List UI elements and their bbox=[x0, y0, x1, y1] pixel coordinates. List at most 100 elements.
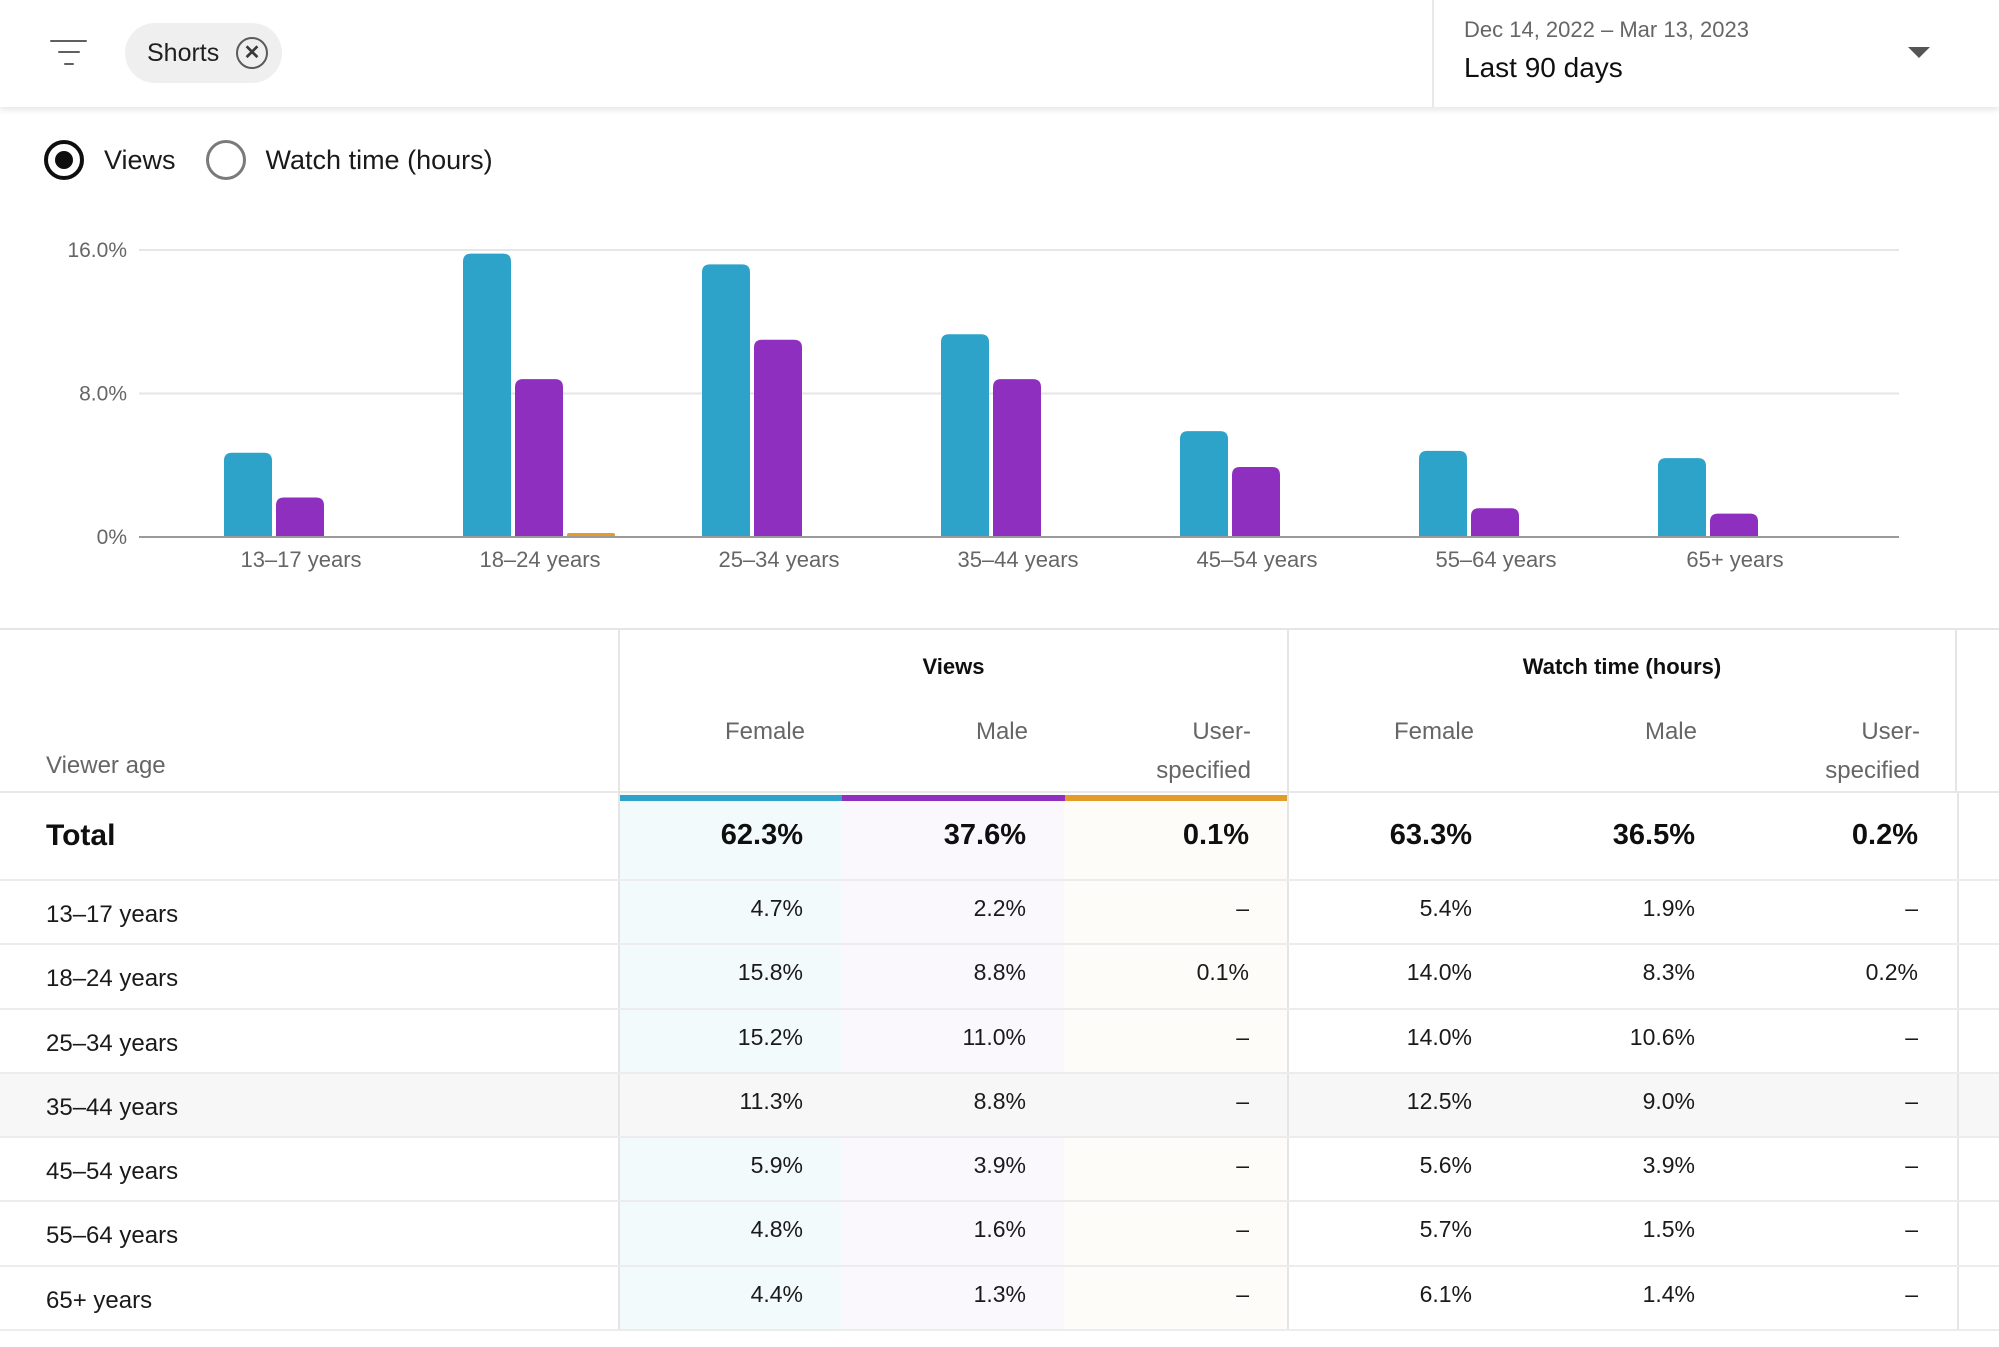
bar-female-2[interactable] bbox=[702, 264, 750, 537]
table-cell: – bbox=[1236, 1087, 1249, 1114]
table-cell: 37.6% bbox=[841, 793, 1064, 879]
column-header-views-user-specified[interactable]: User- specified bbox=[1066, 712, 1289, 790]
caret-down-icon bbox=[1908, 47, 1930, 58]
bar-male-4[interactable] bbox=[1232, 467, 1280, 537]
table-cell: 5.6% bbox=[1419, 1152, 1472, 1179]
table-header: Viewer age Views Female Male User- speci… bbox=[0, 628, 1999, 801]
row-label: 13–17 years bbox=[46, 901, 179, 928]
table-cell: 1.9% bbox=[1642, 895, 1695, 921]
column-divider bbox=[1957, 881, 1959, 944]
bar-male-1[interactable] bbox=[515, 379, 563, 537]
radio-views[interactable]: Views bbox=[44, 140, 176, 180]
bar-female-1[interactable] bbox=[463, 253, 511, 537]
column-header-views-female[interactable]: Female bbox=[620, 712, 843, 751]
column-header-watch-female[interactable]: Female bbox=[1289, 712, 1512, 751]
column-divider bbox=[1287, 1138, 1289, 1201]
radio-checked-icon[interactable] bbox=[44, 140, 84, 180]
bar-female-6[interactable] bbox=[1658, 458, 1706, 537]
bar-male-2[interactable] bbox=[754, 339, 802, 537]
x-tick-label: 65+ years bbox=[1686, 547, 1783, 572]
table-cell: 3.9% bbox=[1642, 1152, 1695, 1179]
column-divider bbox=[1287, 793, 1289, 879]
bar-female-0[interactable] bbox=[224, 452, 272, 537]
column-divider bbox=[618, 945, 620, 1008]
y-tick-label: 8.0% bbox=[79, 383, 127, 406]
table-row[interactable]: 13–17 years 4.7% 2.2% –5.4% 1.9% – bbox=[0, 881, 1999, 946]
bar-male-5[interactable] bbox=[1471, 508, 1519, 537]
column-group-watch-time: Watch time (hours) Female Male User- spe… bbox=[1287, 630, 1957, 793]
table-row[interactable]: 18–24 years 15.8% 8.8% 0.1% 14.0% 8.3% 0.2% bbox=[0, 945, 1999, 1010]
table-row[interactable]: 25–34 years 15.2% 11.0% –14.0% 10.6% – bbox=[0, 1009, 1999, 1074]
x-tick-label: 18–24 years bbox=[479, 547, 600, 572]
column-header-watch-user-specified[interactable]: User- specified bbox=[1735, 712, 1958, 790]
radio-watch-time[interactable]: Watch time (hours) bbox=[205, 140, 493, 180]
x-tick-label: 45–54 years bbox=[1196, 547, 1317, 572]
row-label: 55–64 years bbox=[46, 1222, 179, 1250]
column-divider bbox=[1287, 1009, 1289, 1072]
row-label: 25–34 years bbox=[46, 1029, 179, 1057]
x-tick-label: 25–34 years bbox=[718, 547, 839, 572]
table-row-total[interactable]: Total 62.3% 37.6% 0.1% 63.3% 36.5% 0.2% bbox=[0, 793, 1999, 881]
table-row[interactable]: 65+ years 4.4% 1.3% –6.1% 1.4% – bbox=[0, 1266, 1999, 1332]
table-cell: 4.4% bbox=[618, 1266, 841, 1330]
filter-chip-shorts[interactable]: Shorts ✕ bbox=[125, 23, 282, 83]
column-divider bbox=[1287, 945, 1289, 1008]
column-divider bbox=[618, 1073, 620, 1137]
table-cell: 0.2% bbox=[1865, 959, 1918, 986]
table-cell: 14.0% bbox=[1406, 1023, 1472, 1050]
bar-male-3[interactable] bbox=[993, 379, 1041, 537]
row-label: Total bbox=[46, 819, 116, 852]
bar-male-6[interactable] bbox=[1710, 513, 1758, 537]
table-cell: – bbox=[1905, 1152, 1918, 1179]
column-divider bbox=[1957, 1202, 1959, 1265]
column-divider bbox=[1957, 1266, 1959, 1330]
filter-chip-label: Shorts bbox=[147, 38, 220, 67]
table-cell: 10.6% bbox=[1629, 1023, 1695, 1050]
bar-female-3[interactable] bbox=[941, 334, 989, 537]
table-cell: 4.8% bbox=[618, 1202, 841, 1265]
table-cell: – bbox=[1064, 1267, 1287, 1329]
filter-icon[interactable] bbox=[44, 30, 94, 74]
close-circle-icon[interactable]: ✕ bbox=[236, 37, 268, 69]
column-divider bbox=[618, 1009, 620, 1072]
column-header-views-male[interactable]: Male bbox=[843, 712, 1066, 751]
column-divider bbox=[1287, 881, 1289, 944]
table-cell: 63.3% bbox=[1389, 819, 1472, 851]
y-tick-label: 0% bbox=[97, 526, 127, 549]
table-cell: – bbox=[1064, 1138, 1287, 1200]
x-tick-label: 13–17 years bbox=[240, 547, 361, 572]
column-divider bbox=[1957, 1073, 1959, 1137]
table-cell: 5.7% bbox=[1419, 1216, 1472, 1243]
radio-label: Views bbox=[104, 144, 176, 175]
column-header-watch-male[interactable]: Male bbox=[1512, 712, 1735, 751]
table-cell: 4.7% bbox=[618, 881, 841, 944]
column-divider bbox=[618, 793, 620, 879]
column-divider bbox=[1957, 945, 1959, 1008]
bar-female-4[interactable] bbox=[1180, 431, 1228, 537]
y-tick-label: 16.0% bbox=[67, 239, 127, 262]
table-cell: – bbox=[1905, 895, 1918, 921]
column-divider bbox=[1957, 793, 1959, 879]
chart-svg: 0% 8.0% 16.0% 13–17 years 18–24 years 25–34 y… bbox=[67, 239, 1899, 572]
table-row[interactable]: 45–54 years 5.9% 3.9% –5.6% 3.9% – bbox=[0, 1138, 1999, 1203]
row-label: 65+ years bbox=[46, 1286, 153, 1314]
table-row[interactable]: 35–44 years 11.3% 8.8% – 12.5% 9.0% – bbox=[0, 1073, 1999, 1139]
table-cell: 2.2% bbox=[841, 881, 1064, 943]
bar-male-0[interactable] bbox=[276, 497, 324, 537]
column-group-title: Watch time (hours) bbox=[1522, 654, 1722, 679]
table-cell: 0.2% bbox=[1851, 819, 1918, 851]
column-divider bbox=[618, 1138, 620, 1201]
x-tick-label: 55–64 years bbox=[1435, 547, 1556, 572]
table-cell: 9.0% bbox=[1642, 1087, 1695, 1114]
table-cell: – bbox=[1905, 1023, 1918, 1050]
table-row[interactable]: 55–64 years 4.8% 1.6% –5.7% 1.5% – bbox=[0, 1202, 1999, 1267]
table-cell: 1.6% bbox=[841, 1202, 1064, 1264]
table-cell: – bbox=[1905, 1087, 1918, 1114]
top-filter-bar: Shorts ✕ Dec 14, 2022 – Mar 13, 2023 Las… bbox=[0, 0, 1999, 107]
radio-label: Watch time (hours) bbox=[265, 144, 493, 175]
bar-female-5[interactable] bbox=[1419, 450, 1467, 537]
row-label: 18–24 years bbox=[46, 965, 179, 993]
table-extra-column bbox=[1957, 630, 1999, 793]
date-range-picker[interactable]: Dec 14, 2022 – Mar 13, 2023 Last 90 days bbox=[1434, 0, 1999, 107]
radio-unchecked-icon[interactable] bbox=[205, 140, 246, 180]
